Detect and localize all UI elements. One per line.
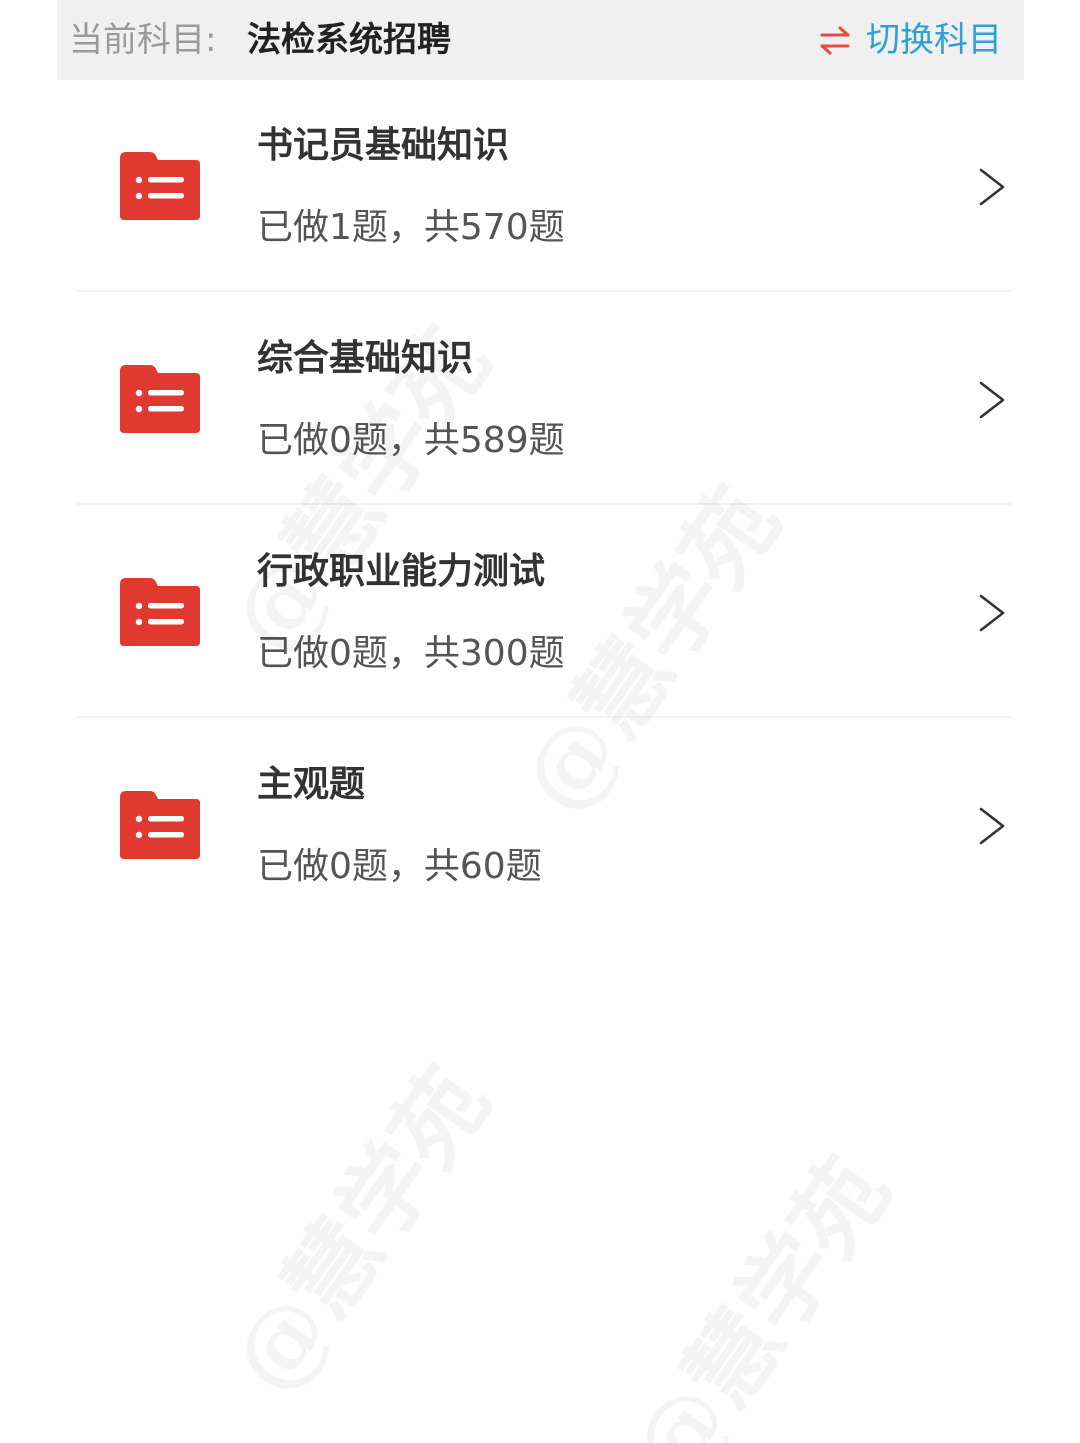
divider [76, 503, 1012, 505]
current-subject-label: 当前科目: [69, 20, 217, 60]
current-subject-name: 法检系统招聘 [247, 20, 451, 60]
list-item-subject-3[interactable]: 行政职业能力测试 已做0题，共300题 [0, 506, 1080, 718]
switch-subject-label: 切换科目 [866, 20, 1002, 60]
divider [76, 716, 1012, 718]
list-item-subject-1[interactable]: 书记员基础知识 已做1题，共570题 [0, 80, 1080, 292]
subject-progress: 已做0题，共300题 [257, 633, 565, 674]
divider [76, 290, 1012, 292]
folder-list-icon [120, 791, 200, 859]
subject-progress: 已做1题，共570题 [257, 207, 565, 248]
subject-progress: 已做0题，共60题 [257, 846, 542, 887]
chevron-right-icon [979, 594, 1005, 632]
subject-header: 当前科目: 法检系统招聘 切换科目 [57, 0, 1024, 80]
folder-list-icon [120, 365, 200, 433]
folder-list-icon [120, 152, 200, 220]
swap-arrows-icon [820, 26, 850, 55]
subject-title: 行政职业能力测试 [257, 551, 546, 592]
subject-progress: 已做0题，共589题 [257, 420, 565, 461]
list-item-subject-4[interactable]: 主观题 已做0题，共60题 [0, 719, 1080, 931]
subject-title: 书记员基础知识 [257, 125, 510, 166]
watermark: @慧学苑 [194, 1038, 514, 1416]
chevron-right-icon [979, 168, 1005, 206]
chevron-right-icon [979, 807, 1005, 845]
page: 当前科目: 法检系统招聘 切换科目 书记员基础知识 已做1题，共570题 综合基… [0, 0, 1080, 1443]
switch-subject-button[interactable]: 切换科目 [818, 16, 1002, 64]
list-item-subject-2[interactable]: 综合基础知识 已做0题，共589题 [0, 293, 1080, 505]
chevron-right-icon [979, 381, 1005, 419]
subject-title: 主观题 [257, 764, 366, 805]
subject-title: 综合基础知识 [257, 338, 474, 379]
watermark: @慧学苑 [594, 1128, 914, 1443]
folder-list-icon [120, 578, 200, 646]
